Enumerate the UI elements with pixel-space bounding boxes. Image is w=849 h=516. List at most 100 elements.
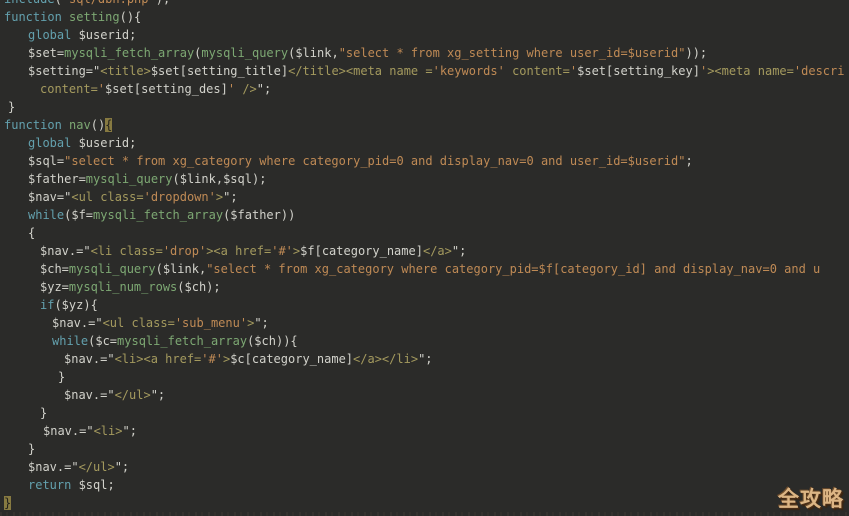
code-token-plain: } — [58, 370, 65, 384]
code-token-tag: <li> — [94, 424, 123, 438]
code-token-plain: ($c= — [88, 334, 117, 348]
code-line: $nav.="<ul class='sub_menu'>"; — [4, 314, 849, 332]
code-token-plain: $nav=" — [28, 190, 71, 204]
code-token-string: 'sub_menu' — [175, 316, 247, 330]
code-token-tag: > — [216, 190, 223, 204]
code-token-function: mysqli_fetch_array — [64, 46, 194, 60]
code-token-plain: )); — [685, 46, 707, 60]
code-line: $set=mysqli_fetch_array(mysqli_query($li… — [4, 44, 849, 62]
code-token-plain: $set= — [28, 46, 64, 60]
code-token-plain: $yz= — [40, 280, 69, 294]
code-token-plain: { — [28, 226, 35, 240]
code-token-tag: ><meta name= — [707, 64, 794, 78]
code-token-tag: <li class= — [91, 244, 163, 258]
code-token-keyword: if — [40, 298, 54, 312]
code-token-keyword: function — [4, 118, 69, 132]
code-token-tag: </a></li> — [353, 352, 418, 366]
editor-background: { "watermark": "全攻略", "colors": { "backg… — [0, 0, 849, 516]
code-token-plain: } — [40, 406, 47, 420]
code-area[interactable]: include('sql/dbh.php');function setting(… — [4, 0, 849, 512]
code-token-tag: <li><a href= — [115, 352, 202, 366]
code-token-plain: (){ — [120, 10, 142, 24]
code-token-plain: $f[category_name] — [300, 244, 423, 258]
code-line: { — [4, 224, 849, 242]
code-token-keyword: function — [4, 10, 69, 24]
code-token-string: '#' — [271, 244, 293, 258]
code-token-tag: </a> — [423, 244, 452, 258]
code-line: while($c=mysqli_fetch_array($ch)){ — [4, 332, 849, 350]
code-line: $nav.="<li>"; — [4, 422, 849, 440]
code-token-tag: <ul class= — [71, 190, 143, 204]
code-token-function: mysqli_query — [69, 262, 156, 276]
code-token-keyword: global — [28, 28, 79, 42]
code-token-plain: ($link, — [156, 262, 207, 276]
code-token-keyword: include — [4, 0, 55, 6]
code-token-string: ' — [228, 82, 235, 96]
code-token-tag: </title><meta name = — [288, 64, 433, 78]
code-token-tag: content= — [505, 64, 570, 78]
code-token-function: mysqli_fetch_array — [93, 208, 223, 222]
code-token-plain: ($link, — [288, 46, 339, 60]
code-token-plain: ($ch)){ — [247, 334, 298, 348]
code-line: $nav.="</ul>"; — [4, 386, 849, 404]
code-token-string: '#' — [201, 352, 223, 366]
code-token-plain: $set[setting_des] — [105, 82, 228, 96]
code-token-plain: ($link,$sql); — [173, 172, 267, 186]
code-line: } — [4, 494, 849, 512]
code-token-plain: $sql= — [28, 154, 64, 168]
code-token-tag: </ul> — [115, 388, 151, 402]
code-token-plain: } — [28, 442, 35, 456]
code-line: content='$set[setting_des]' />"; — [4, 80, 849, 98]
clipped-bottom-line — [0, 512, 849, 516]
code-token-plain: $ch= — [40, 262, 69, 276]
code-line: $ch=mysqli_query($link,"select * from xg… — [4, 260, 849, 278]
code-line: } — [4, 440, 849, 458]
code-token-plain: $nav.=" — [43, 424, 94, 438]
code-token-plain: $nav.=" — [28, 460, 79, 474]
watermark: 全攻略 — [778, 483, 844, 513]
code-token-tag: ><a href= — [206, 244, 271, 258]
code-line: global $userid; — [4, 26, 849, 44]
code-token-function: nav — [69, 118, 91, 132]
code-token-plain: $nav.=" — [40, 244, 91, 258]
code-token-plain: ( — [55, 0, 62, 6]
code-line: $setting="<title>$set[setting_title]</ti… — [4, 62, 849, 80]
code-line: if($yz){ — [4, 296, 849, 314]
code-token-plain: $set[setting_title] — [151, 64, 288, 78]
code-token-plain: $father= — [28, 172, 86, 186]
code-token-plain: $set[setting_key] — [577, 64, 700, 78]
code-token-plain: $nav.=" — [64, 352, 115, 366]
code-token-tag: <title> — [100, 64, 151, 78]
code-token-keyword: while — [28, 208, 64, 222]
code-line: return $sql; — [4, 476, 849, 494]
code-token-keyword: while — [52, 334, 88, 348]
code-token-plain: "; — [223, 190, 237, 204]
code-token-plain: "; — [418, 352, 432, 366]
code-line: function nav(){ — [4, 116, 849, 134]
code-line: $nav.="<li class='drop'><a href='#'>$f[c… — [4, 242, 849, 260]
code-line: function setting(){ — [4, 8, 849, 26]
code-token-plain: $nav.=" — [52, 316, 103, 330]
code-token-tag: /> — [235, 82, 257, 96]
code-token-tag: </ul> — [79, 460, 115, 474]
code-token-function: mysqli_num_rows — [69, 280, 177, 294]
code-token-plain: () — [91, 118, 105, 132]
code-token-plain: "; — [254, 316, 268, 330]
code-token-string: "select * from xg_category where categor… — [206, 262, 820, 276]
code-token-string: ' — [98, 82, 105, 96]
code-token-plain: "; — [452, 244, 466, 258]
matched-bracket: } — [4, 496, 11, 510]
code-token-tag: content= — [40, 82, 98, 96]
code-token-string: 'drop' — [163, 244, 206, 258]
code-token-plain: ($ch); — [177, 280, 220, 294]
code-token-plain: "; — [257, 82, 271, 96]
code-token-plain: $nav.=" — [64, 388, 115, 402]
code-token-plain: $sql; — [71, 478, 114, 492]
code-token-plain: $userid; — [79, 28, 137, 42]
code-line: } — [4, 98, 849, 116]
code-token-plain: "; — [115, 460, 129, 474]
code-line: $nav.="</ul>"; — [4, 458, 849, 476]
code-token-plain: $setting=" — [28, 64, 100, 78]
code-token-string: "select * from xg_category where categor… — [64, 154, 685, 168]
code-token-string: 'descri — [794, 64, 845, 78]
